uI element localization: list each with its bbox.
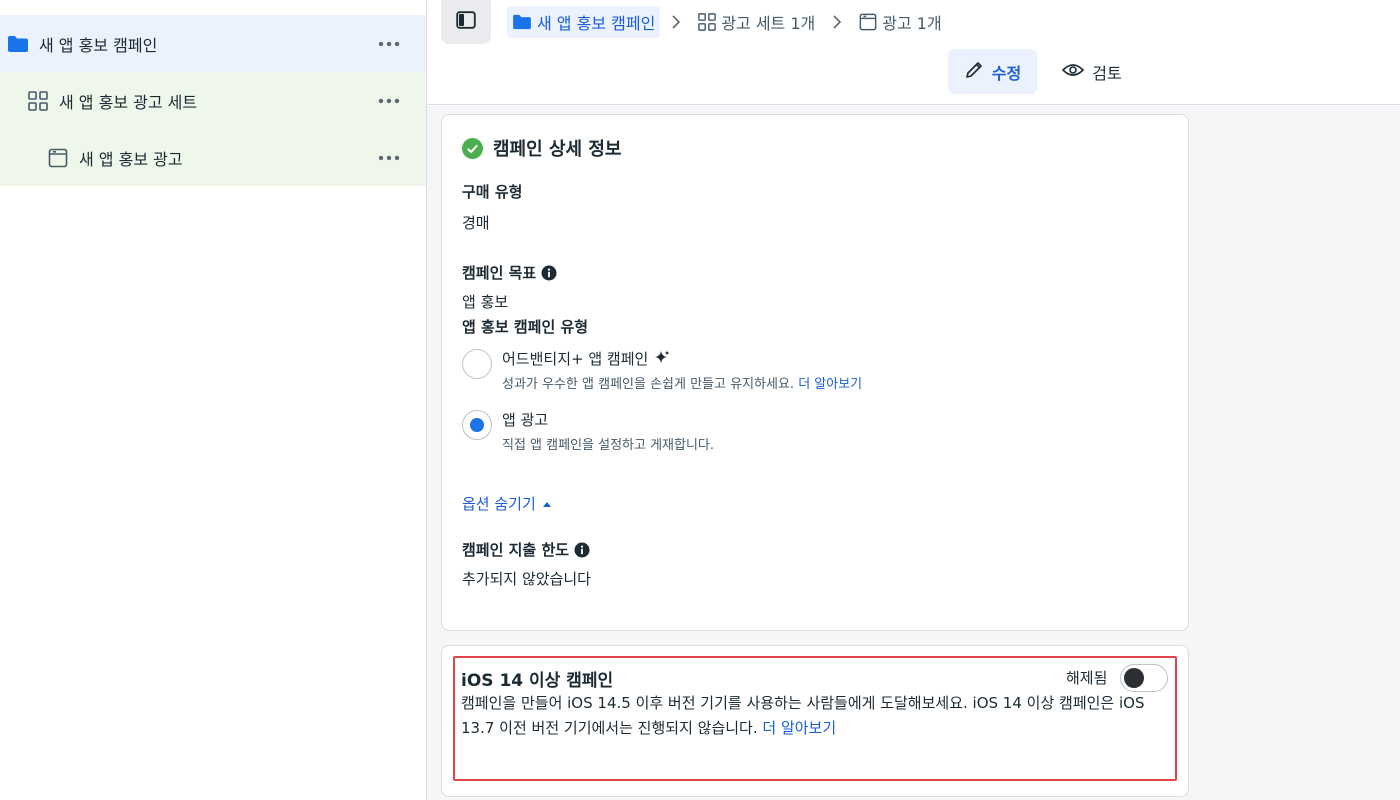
- breadcrumb-campaign[interactable]: 새 앱 홍보 캠페인: [507, 6, 661, 38]
- radio-button[interactable]: [462, 349, 492, 379]
- more-options-icon[interactable]: [374, 86, 404, 116]
- spend-limit-label-text: 캠페인 지출 한도: [462, 541, 570, 559]
- toggle-knob: [1124, 668, 1144, 688]
- info-icon[interactable]: [574, 542, 590, 558]
- radio-option-description: 성과가 우수한 앱 캠페인을 손쉽게 만들고 유지하세요. 더 알아보기: [502, 373, 862, 392]
- radio-option-title: 앱 광고: [502, 408, 714, 430]
- breadcrumb: 새 앱 홍보 캠페인 광고 세트 1개 광고 1개: [507, 6, 948, 38]
- hide-options-text: 옵션 숨기기: [462, 495, 536, 513]
- review-button[interactable]: 검토: [1051, 49, 1133, 94]
- breadcrumb-label: 새 앱 홍보 캠페인: [537, 14, 656, 33]
- radio-option-title-text: 앱 광고: [502, 410, 549, 429]
- buying-type-label: 구매 유형: [462, 181, 522, 202]
- ad-window-icon: [47, 147, 69, 169]
- breadcrumb-label: 광고 1개: [882, 14, 942, 33]
- check-circle-icon: [462, 137, 483, 159]
- learn-more-link[interactable]: 더 알아보기: [798, 377, 862, 392]
- radio-option-title: 어드밴티지+ 앱 캠페인: [502, 347, 862, 369]
- radio-app-ads[interactable]: 앱 광고 직접 앱 캠페인을 설정하고 게재합니다.: [462, 410, 714, 453]
- chevron-right-icon: [660, 15, 692, 29]
- ios14-toggle-switch[interactable]: [1120, 664, 1168, 692]
- folder-icon: [7, 33, 29, 55]
- objective-value: 앱 홍보: [462, 293, 509, 311]
- eye-icon: [1062, 62, 1092, 82]
- tree-item-adset[interactable]: 새 앱 홍보 광고 세트: [0, 72, 426, 129]
- buying-type-value: 경매: [462, 214, 490, 232]
- ios14-toggle-status: 해제됨: [1066, 669, 1108, 687]
- ad-window-icon: [859, 13, 877, 31]
- more-options-icon[interactable]: [374, 143, 404, 173]
- more-options-icon[interactable]: [374, 29, 404, 59]
- sidebar-toggle-button[interactable]: [441, 0, 491, 44]
- tree-item-label: 새 앱 홍보 캠페인: [39, 35, 158, 55]
- breadcrumb-adset[interactable]: 광고 세트 1개: [692, 6, 821, 38]
- tree-item-label: 새 앱 홍보 광고 세트: [59, 92, 198, 112]
- app-campaign-type-label-text: 앱 홍보 캠페인 유형: [462, 318, 589, 336]
- breadcrumb-label: 광고 세트 1개: [721, 14, 816, 33]
- folder-icon: [512, 14, 532, 30]
- grid-icon: [27, 90, 49, 112]
- objective-label-text: 캠페인 목표: [462, 264, 537, 282]
- learn-more-link[interactable]: 더 알아보기: [762, 719, 836, 737]
- ios14-campaign-card: iOS 14 이상 캠페인 해제됨 캠페인을 만들어 iOS 14.5 이후 버…: [441, 645, 1189, 797]
- spend-limit-label: 캠페인 지출 한도: [462, 539, 590, 560]
- tree-item-campaign[interactable]: 새 앱 홍보 캠페인: [0, 15, 426, 72]
- section-title: 캠페인 상세 정보: [462, 135, 621, 161]
- caret-up-icon: [542, 501, 552, 507]
- pencil-icon: [964, 60, 992, 84]
- buying-type-label-text: 구매 유형: [462, 183, 523, 201]
- ios14-title: iOS 14 이상 캠페인: [461, 671, 614, 691]
- tree-item-ad[interactable]: 새 앱 홍보 광고: [0, 129, 426, 186]
- edit-label: 수정: [991, 63, 1022, 83]
- info-icon[interactable]: [541, 265, 557, 281]
- chevron-right-icon: [821, 15, 853, 29]
- sparkle-icon: [654, 350, 670, 366]
- breadcrumb-ad[interactable]: 광고 1개: [853, 6, 947, 38]
- editor-topbar: 새 앱 홍보 캠페인 광고 세트 1개 광고 1개 수정 검토: [427, 0, 1400, 105]
- edit-button[interactable]: 수정: [948, 49, 1037, 94]
- campaign-details-card: 캠페인 상세 정보 구매 유형 경매 캠페인 목표 앱 홍보 앱 홍보 캠페인 …: [441, 114, 1189, 631]
- campaign-tree-sidebar: 새 앱 홍보 캠페인 새 앱 홍보 광고 세트 새 앱 홍보 광고: [0, 0, 427, 800]
- hide-options-link[interactable]: 옵션 숨기기: [462, 493, 552, 514]
- objective-label: 캠페인 목표: [462, 262, 557, 283]
- app-campaign-type-label: 앱 홍보 캠페인 유형: [462, 316, 588, 337]
- ios14-description: 캠페인을 만들어 iOS 14.5 이후 버전 기기를 사용하는 사람들에게 도…: [461, 691, 1166, 741]
- review-label: 검토: [1092, 63, 1122, 83]
- tree-item-label: 새 앱 홍보 광고: [79, 149, 183, 169]
- radio-advantage-plus-app[interactable]: 어드밴티지+ 앱 캠페인 성과가 우수한 앱 캠페인을 손쉽게 만들고 유지하세…: [462, 349, 862, 392]
- radio-option-description-text: 성과가 우수한 앱 캠페인을 손쉽게 만들고 유지하세요.: [502, 377, 795, 392]
- sidebar-panel-icon: [456, 11, 476, 33]
- card-title-text: 캠페인 상세 정보: [493, 139, 622, 160]
- grid-icon: [698, 13, 717, 31]
- radio-option-title-text: 어드밴티지+ 앱 캠페인: [502, 349, 649, 368]
- spend-limit-value: 추가되지 않았습니다: [462, 570, 591, 588]
- radio-option-description: 직접 앱 캠페인을 설정하고 게재합니다.: [502, 438, 715, 453]
- editor-main-panel: 캠페인 상세 정보 구매 유형 경매 캠페인 목표 앱 홍보 앱 홍보 캠페인 …: [427, 106, 1400, 800]
- radio-button-selected[interactable]: [462, 410, 492, 440]
